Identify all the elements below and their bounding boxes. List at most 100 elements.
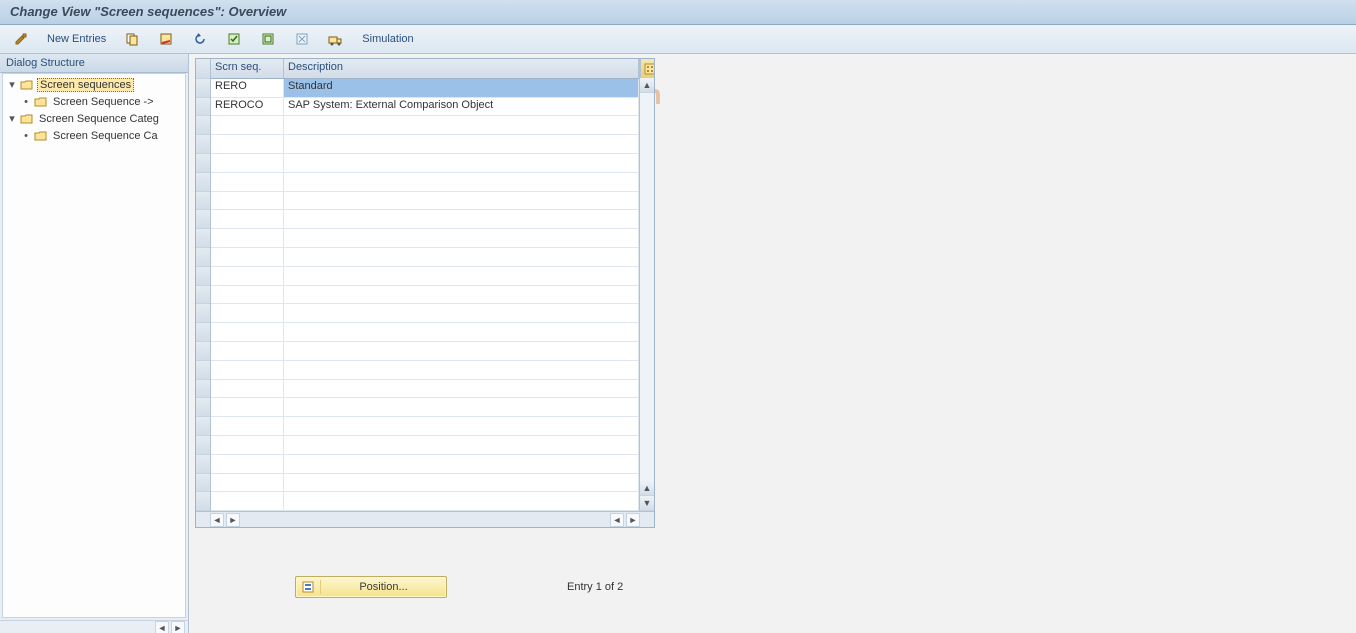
table-row[interactable]	[211, 492, 639, 511]
table-row[interactable]	[211, 342, 639, 361]
grid-header-row: Scrn seq. Description	[211, 59, 639, 79]
scroll-right-step-icon[interactable]: ►	[226, 513, 240, 527]
toggle-display-change-icon[interactable]	[6, 28, 36, 50]
bullet-icon: •	[21, 96, 31, 108]
tree-horizontal-scroll: ◄ ►	[0, 620, 188, 633]
dialog-structure-header: Dialog Structure	[0, 54, 188, 73]
select-all-icon[interactable]	[219, 28, 249, 50]
table-row[interactable]	[211, 173, 639, 192]
row-selector[interactable]	[196, 474, 210, 493]
deselect-all-icon[interactable]	[287, 28, 317, 50]
content-pane: www.tutorialkart.com	[189, 54, 1356, 633]
cell-description[interactable]: SAP System: External Comparison Object	[284, 98, 639, 116]
column-header-scrn-seq[interactable]: Scrn seq.	[211, 59, 284, 78]
table-settings-icon[interactable]	[640, 59, 654, 78]
row-header-column	[196, 59, 211, 511]
collapse-icon[interactable]: ▾	[7, 112, 17, 125]
table-row[interactable]	[211, 135, 639, 154]
table-row[interactable]	[211, 436, 639, 455]
row-selector[interactable]	[196, 417, 210, 436]
table-row[interactable]	[211, 154, 639, 173]
table-row[interactable]	[211, 361, 639, 380]
new-entries-button[interactable]: New Entries	[40, 28, 113, 50]
row-selector[interactable]	[196, 173, 210, 192]
table-row[interactable]	[211, 286, 639, 305]
tree-node-label: Screen Sequence Ca	[51, 130, 160, 142]
grid-horizontal-scrollbar[interactable]: ◄ ► ◄ ►	[196, 511, 654, 527]
transport-icon[interactable]	[321, 28, 351, 50]
column-header-description[interactable]: Description	[284, 59, 639, 78]
table-row[interactable]	[211, 229, 639, 248]
scroll-left-step-icon[interactable]: ◄	[610, 513, 624, 527]
row-selector[interactable]	[196, 361, 210, 380]
tree-node-label: Screen sequences	[37, 78, 134, 92]
table-row[interactable]	[211, 380, 639, 399]
folder-open-icon	[20, 79, 34, 91]
tree-node-screen-sequence-ca[interactable]: • Screen Sequence Ca	[17, 127, 185, 144]
row-selector[interactable]	[196, 398, 210, 417]
grid-vertical-scrollbar[interactable]: ▲ ▲ ▼	[639, 59, 654, 511]
row-selector[interactable]	[196, 98, 210, 117]
tree-node-screen-sequence-categ[interactable]: ▾ Screen Sequence Categ	[3, 110, 185, 127]
table-row[interactable]	[211, 474, 639, 493]
row-selector[interactable]	[196, 492, 210, 511]
application-toolbar: New Entries Simulation	[0, 25, 1356, 54]
table-row[interactable]: REROCO SAP System: External Comparison O…	[211, 98, 639, 117]
table-row[interactable]	[211, 116, 639, 135]
table-row[interactable]	[211, 455, 639, 474]
select-all-rows-button[interactable]	[196, 59, 210, 79]
table-row[interactable]	[211, 192, 639, 211]
row-selector[interactable]	[196, 248, 210, 267]
scroll-right-icon[interactable]: ►	[171, 621, 185, 633]
simulation-button[interactable]: Simulation	[355, 28, 420, 50]
table-row[interactable]	[211, 398, 639, 417]
position-button[interactable]: Position...	[295, 576, 447, 598]
row-selector[interactable]	[196, 342, 210, 361]
table-row[interactable]	[211, 267, 639, 286]
undo-change-icon[interactable]	[185, 28, 215, 50]
table-row[interactable]	[211, 210, 639, 229]
dialog-structure-tree[interactable]: ▾ Screen sequences • Screen Sequence -> …	[2, 73, 186, 618]
row-selector[interactable]	[196, 267, 210, 286]
select-block-icon[interactable]	[253, 28, 283, 50]
folder-icon	[34, 96, 48, 108]
row-selector[interactable]	[196, 135, 210, 154]
row-selector[interactable]	[196, 229, 210, 248]
page-title: Change View "Screen sequences": Overview	[0, 0, 1356, 25]
copy-as-icon[interactable]	[117, 28, 147, 50]
entry-counter-text: Entry 1 of 2	[567, 581, 623, 593]
scroll-track[interactable]	[640, 93, 654, 481]
tree-node-label: Screen Sequence Categ	[37, 113, 161, 125]
scroll-up-step-icon[interactable]: ▲	[640, 481, 654, 496]
table-row[interactable]	[211, 248, 639, 267]
tree-node-screen-sequence-sub[interactable]: • Screen Sequence ->	[17, 93, 185, 110]
table-row[interactable]	[211, 304, 639, 323]
position-button-label: Position...	[321, 581, 446, 593]
cell-scrn-seq[interactable]: RERO	[211, 79, 284, 97]
scroll-up-icon[interactable]: ▲	[640, 78, 654, 93]
row-selector[interactable]	[196, 116, 210, 135]
tree-node-screen-sequences[interactable]: ▾ Screen sequences	[3, 76, 185, 93]
row-selector[interactable]	[196, 286, 210, 305]
table-row[interactable]: RERO Standard	[211, 79, 639, 98]
scroll-down-icon[interactable]: ▼	[640, 496, 654, 511]
cell-scrn-seq[interactable]: REROCO	[211, 98, 284, 116]
delete-icon[interactable]	[151, 28, 181, 50]
data-grid: Scrn seq. Description RERO Standard RERO…	[195, 58, 655, 528]
row-selector[interactable]	[196, 455, 210, 474]
row-selector[interactable]	[196, 192, 210, 211]
scroll-right-icon[interactable]: ►	[626, 513, 640, 527]
cell-description[interactable]: Standard	[284, 79, 639, 97]
table-row[interactable]	[211, 323, 639, 342]
row-selector[interactable]	[196, 323, 210, 342]
row-selector[interactable]	[196, 304, 210, 323]
row-selector[interactable]	[196, 436, 210, 455]
row-selector[interactable]	[196, 210, 210, 229]
scroll-left-icon[interactable]: ◄	[210, 513, 224, 527]
collapse-icon[interactable]: ▾	[7, 78, 17, 91]
row-selector[interactable]	[196, 154, 210, 173]
row-selector[interactable]	[196, 380, 210, 399]
scroll-left-icon[interactable]: ◄	[155, 621, 169, 633]
table-row[interactable]	[211, 417, 639, 436]
row-selector[interactable]	[196, 79, 210, 98]
